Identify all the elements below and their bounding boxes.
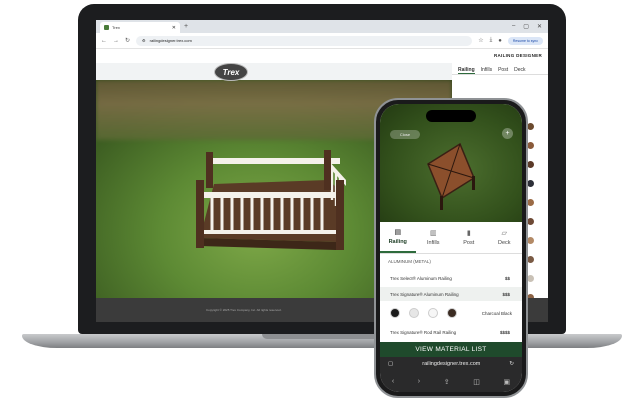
- favicon-icon: [104, 25, 109, 30]
- color-dot[interactable]: [390, 308, 400, 318]
- phone-tab-label: Infills: [426, 239, 440, 246]
- color-choices: [390, 308, 457, 318]
- phone-url-text: railingdesigner.trex.com: [422, 361, 481, 367]
- color-swatch-list: [527, 123, 534, 301]
- color-dot[interactable]: [409, 308, 419, 318]
- color-swatch[interactable]: [527, 199, 534, 206]
- close-tab-icon[interactable]: ✕: [172, 25, 176, 31]
- address-text: railingdesigner.trex.com: [149, 38, 192, 43]
- maximize-icon[interactable]: ▢: [523, 23, 529, 30]
- phone-tabs: ▤ Railing ▥ Infills ▮ Post ▱ Deck: [380, 222, 522, 254]
- new-tab-icon[interactable]: +: [184, 23, 188, 30]
- phone-tab-deck[interactable]: ▱ Deck: [487, 222, 523, 253]
- railing-option[interactable]: Trex Signature® Rod Rail Railing $$$$: [380, 325, 522, 339]
- browser-toolbar: ← → ↻ ⚙ railingdesigner.trex.com ☆ ⤓ ● R…: [96, 33, 548, 49]
- phone-tab-post[interactable]: ▮ Post: [451, 222, 487, 253]
- forward-icon[interactable]: ›: [418, 378, 420, 385]
- dynamic-island: [426, 110, 476, 122]
- reload-icon[interactable]: ↻: [509, 361, 514, 367]
- phone-screen: Close + ▤ Railing ▥ Infills ▮ Post ▱ Dec…: [380, 104, 522, 392]
- trex-logo: Trex: [214, 63, 248, 81]
- color-swatch[interactable]: [527, 237, 534, 244]
- color-swatch[interactable]: [527, 256, 534, 263]
- infill-icon: ▥: [429, 229, 437, 237]
- reload-icon[interactable]: ↻: [125, 37, 130, 44]
- tabs-overview-icon[interactable]: ▣: [504, 378, 511, 386]
- option-name: Trex Select® Aluminum Railing: [390, 275, 452, 281]
- color-dot[interactable]: [428, 308, 438, 318]
- book-icon[interactable]: ◫: [473, 378, 480, 386]
- option-name: Trex Signature® Rod Rail Railing: [390, 329, 457, 335]
- railing-icon: ▤: [394, 228, 402, 236]
- railing-option-selected[interactable]: Trex Signature® Aluminum Railing $$$: [380, 287, 522, 301]
- bookmark-star-icon[interactable]: ☆: [478, 37, 483, 44]
- browser-tab[interactable]: Trex ✕: [100, 22, 180, 33]
- color-dot[interactable]: [447, 308, 457, 318]
- railing-option[interactable]: Trex Select® Aluminum Railing $$: [380, 271, 522, 285]
- tabs-icon[interactable]: ▢: [388, 361, 393, 367]
- add-icon[interactable]: +: [502, 128, 513, 139]
- option-name: Trex Signature® Aluminum Railing: [390, 291, 459, 297]
- footer-copyright: Copyright © 2025 Trex Company, Inc. All …: [206, 308, 282, 312]
- panel-tab-railing[interactable]: Railing: [458, 67, 475, 74]
- resume-sync-button[interactable]: Resume to sync: [507, 36, 543, 45]
- phone-tab-label: Railing: [388, 238, 407, 245]
- phone-tab-infills[interactable]: ▥ Infills: [416, 222, 452, 253]
- panel-tab-deck[interactable]: Deck: [514, 67, 525, 74]
- option-price: $$$$: [499, 329, 510, 335]
- forward-icon[interactable]: →: [113, 38, 119, 44]
- color-swatch[interactable]: [527, 180, 534, 187]
- selected-color-name: Charcoal Black: [481, 311, 512, 316]
- option-price: $$: [504, 275, 510, 281]
- color-swatch[interactable]: [527, 218, 534, 225]
- panel-tab-post[interactable]: Post: [498, 67, 508, 74]
- tab-title: Trex: [112, 25, 120, 30]
- page-title: RAILING DESIGNER: [493, 53, 542, 58]
- color-swatch[interactable]: [527, 275, 534, 282]
- window-controls: – ▢ ✕: [512, 23, 542, 30]
- deck-icon: ▱: [501, 229, 507, 237]
- phone-address-bar[interactable]: ▢ railingdesigner.trex.com ↻: [380, 357, 522, 371]
- browser-tabbar: Trex ✕ + – ▢ ✕: [96, 20, 548, 33]
- site-info-icon[interactable]: ⚙: [142, 38, 146, 43]
- laptop-notch: [262, 334, 380, 339]
- panel-tab-infills[interactable]: Infills: [481, 67, 492, 74]
- phone-tab-label: Deck: [497, 239, 511, 246]
- post-icon: ▮: [466, 229, 471, 237]
- phone-tab-label: Post: [463, 239, 475, 246]
- close-window-icon[interactable]: ✕: [537, 23, 542, 30]
- color-swatch[interactable]: [527, 142, 534, 149]
- site-header: RAILING DESIGNER: [96, 49, 548, 63]
- color-swatch[interactable]: [527, 161, 534, 168]
- option-price: $$$: [502, 291, 510, 297]
- profile-icon[interactable]: ●: [498, 38, 502, 44]
- minimize-icon[interactable]: –: [512, 23, 515, 30]
- phone-tab-railing[interactable]: ▤ Railing: [380, 222, 416, 253]
- color-swatch[interactable]: [527, 123, 534, 130]
- panel-tabs: Railing Infills Post Deck: [452, 63, 548, 75]
- back-icon[interactable]: ←: [101, 38, 107, 44]
- close-view-button[interactable]: Close: [390, 130, 420, 139]
- phone-nav-bar: ‹ › ⇪ ◫ ▣: [380, 371, 522, 392]
- address-bar[interactable]: ⚙ railingdesigner.trex.com: [136, 35, 473, 46]
- section-heading: ALUMINUM (METAL): [388, 259, 431, 264]
- back-icon[interactable]: ‹: [392, 378, 394, 385]
- view-material-list-button[interactable]: VIEW MATERIAL LIST: [380, 342, 522, 357]
- share-icon[interactable]: ⇪: [444, 378, 450, 386]
- download-icon[interactable]: ⤓: [490, 37, 493, 44]
